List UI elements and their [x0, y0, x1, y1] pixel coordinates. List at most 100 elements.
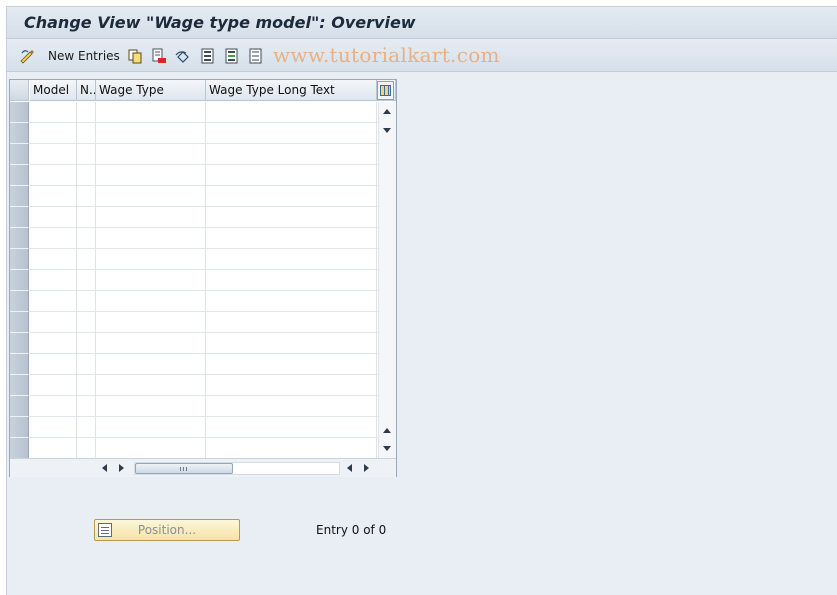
cell-wage-type[interactable] — [96, 207, 206, 228]
cell-wage-type-long-text[interactable] — [206, 228, 377, 249]
cell-model[interactable] — [30, 102, 77, 123]
cell-wage-type[interactable] — [96, 165, 206, 186]
cell-wage-type-long-text[interactable] — [206, 438, 377, 459]
cell-number[interactable] — [77, 375, 96, 396]
cell-wage-type[interactable] — [96, 354, 206, 375]
cell-model[interactable] — [30, 417, 77, 438]
cell-number[interactable] — [77, 186, 96, 207]
cell-number[interactable] — [77, 207, 96, 228]
cell-wage-type[interactable] — [96, 228, 206, 249]
cell-model[interactable] — [30, 438, 77, 459]
row-selector[interactable] — [10, 354, 29, 375]
cell-wage-type-long-text[interactable] — [206, 102, 377, 123]
cell-wage-type-long-text[interactable] — [206, 375, 377, 396]
cell-wage-type-long-text[interactable] — [206, 270, 377, 291]
cell-wage-type-long-text[interactable] — [206, 144, 377, 165]
row-selector[interactable] — [10, 186, 29, 207]
cell-wage-type[interactable] — [96, 438, 206, 459]
cell-model[interactable] — [30, 123, 77, 144]
row-selector[interactable] — [10, 165, 29, 186]
row-selector[interactable] — [10, 312, 29, 333]
column-header-model[interactable]: Model — [30, 80, 77, 101]
cell-wage-type-long-text[interactable] — [206, 249, 377, 270]
cell-number[interactable] — [77, 333, 96, 354]
horizontal-scroll-thumb[interactable] — [135, 463, 233, 474]
column-header-wage-type-long-text[interactable]: Wage Type Long Text — [206, 80, 377, 101]
cell-wage-type[interactable] — [96, 375, 206, 396]
cell-wage-type-long-text[interactable] — [206, 333, 377, 354]
cell-number[interactable] — [77, 228, 96, 249]
row-selector[interactable] — [10, 333, 29, 354]
copy-button[interactable] — [127, 47, 143, 65]
cell-model[interactable] — [30, 228, 77, 249]
select-block-button[interactable] — [224, 47, 240, 65]
cell-model[interactable] — [30, 144, 77, 165]
cell-model[interactable] — [30, 249, 77, 270]
horizontal-scroll-track[interactable] — [134, 462, 340, 475]
cell-wage-type[interactable] — [96, 396, 206, 417]
cell-wage-type[interactable] — [96, 291, 206, 312]
select-all-rows-header[interactable] — [10, 80, 29, 101]
cell-number[interactable] — [77, 102, 96, 123]
scroll-up-icon[interactable] — [383, 109, 391, 114]
cell-wage-type-long-text[interactable] — [206, 165, 377, 186]
cell-wage-type[interactable] — [96, 312, 206, 333]
cell-number[interactable] — [77, 270, 96, 291]
cell-wage-type[interactable] — [96, 333, 206, 354]
vertical-scrollbar[interactable] — [378, 102, 396, 458]
cell-wage-type[interactable] — [96, 186, 206, 207]
cell-wage-type[interactable] — [96, 123, 206, 144]
deselect-all-button[interactable] — [248, 47, 264, 65]
row-selector[interactable] — [10, 291, 29, 312]
cell-number[interactable] — [77, 165, 96, 186]
position-button[interactable]: Position... — [94, 519, 240, 541]
cell-wage-type-long-text[interactable] — [206, 312, 377, 333]
cell-number[interactable] — [77, 438, 96, 459]
scroll-left-end-icon[interactable] — [347, 464, 352, 472]
cell-wage-type-long-text[interactable] — [206, 123, 377, 144]
cell-wage-type-long-text[interactable] — [206, 396, 377, 417]
cell-wage-type[interactable] — [96, 270, 206, 291]
cell-wage-type[interactable] — [96, 144, 206, 165]
cell-model[interactable] — [30, 291, 77, 312]
cell-wage-type[interactable] — [96, 102, 206, 123]
cell-number[interactable] — [77, 417, 96, 438]
cell-model[interactable] — [30, 186, 77, 207]
scroll-down-icon[interactable] — [383, 128, 391, 133]
column-header-number[interactable]: N.. — [77, 80, 96, 101]
cell-wage-type-long-text[interactable] — [206, 354, 377, 375]
row-selector[interactable] — [10, 396, 29, 417]
cell-model[interactable] — [30, 165, 77, 186]
scroll-right-end-icon[interactable] — [364, 464, 369, 472]
cell-model[interactable] — [30, 375, 77, 396]
cell-wage-type-long-text[interactable] — [206, 417, 377, 438]
display-change-button[interactable] — [19, 47, 35, 65]
row-selector[interactable] — [10, 270, 29, 291]
row-selector[interactable] — [10, 438, 29, 459]
cell-number[interactable] — [77, 312, 96, 333]
row-selector[interactable] — [10, 417, 29, 438]
column-header-wage-type[interactable]: Wage Type — [96, 80, 206, 101]
cell-model[interactable] — [30, 396, 77, 417]
select-all-button[interactable] — [200, 47, 216, 65]
cell-model[interactable] — [30, 333, 77, 354]
cell-model[interactable] — [30, 207, 77, 228]
cell-wage-type[interactable] — [96, 249, 206, 270]
cell-wage-type-long-text[interactable] — [206, 291, 377, 312]
horizontal-scrollbar[interactable] — [10, 458, 396, 477]
cell-number[interactable] — [77, 291, 96, 312]
cell-wage-type-long-text[interactable] — [206, 207, 377, 228]
row-selector[interactable] — [10, 228, 29, 249]
cell-number[interactable] — [77, 249, 96, 270]
row-selector[interactable] — [10, 249, 29, 270]
cell-model[interactable] — [30, 270, 77, 291]
scroll-page-up-icon[interactable] — [383, 428, 391, 433]
cell-number[interactable] — [77, 354, 96, 375]
scroll-left-icon[interactable] — [102, 464, 107, 472]
cell-number[interactable] — [77, 144, 96, 165]
delete-button[interactable] — [151, 47, 167, 65]
row-selector[interactable] — [10, 102, 29, 123]
scroll-right-icon[interactable] — [119, 464, 124, 472]
new-entries-button[interactable]: New Entries — [48, 47, 120, 65]
cell-wage-type[interactable] — [96, 417, 206, 438]
